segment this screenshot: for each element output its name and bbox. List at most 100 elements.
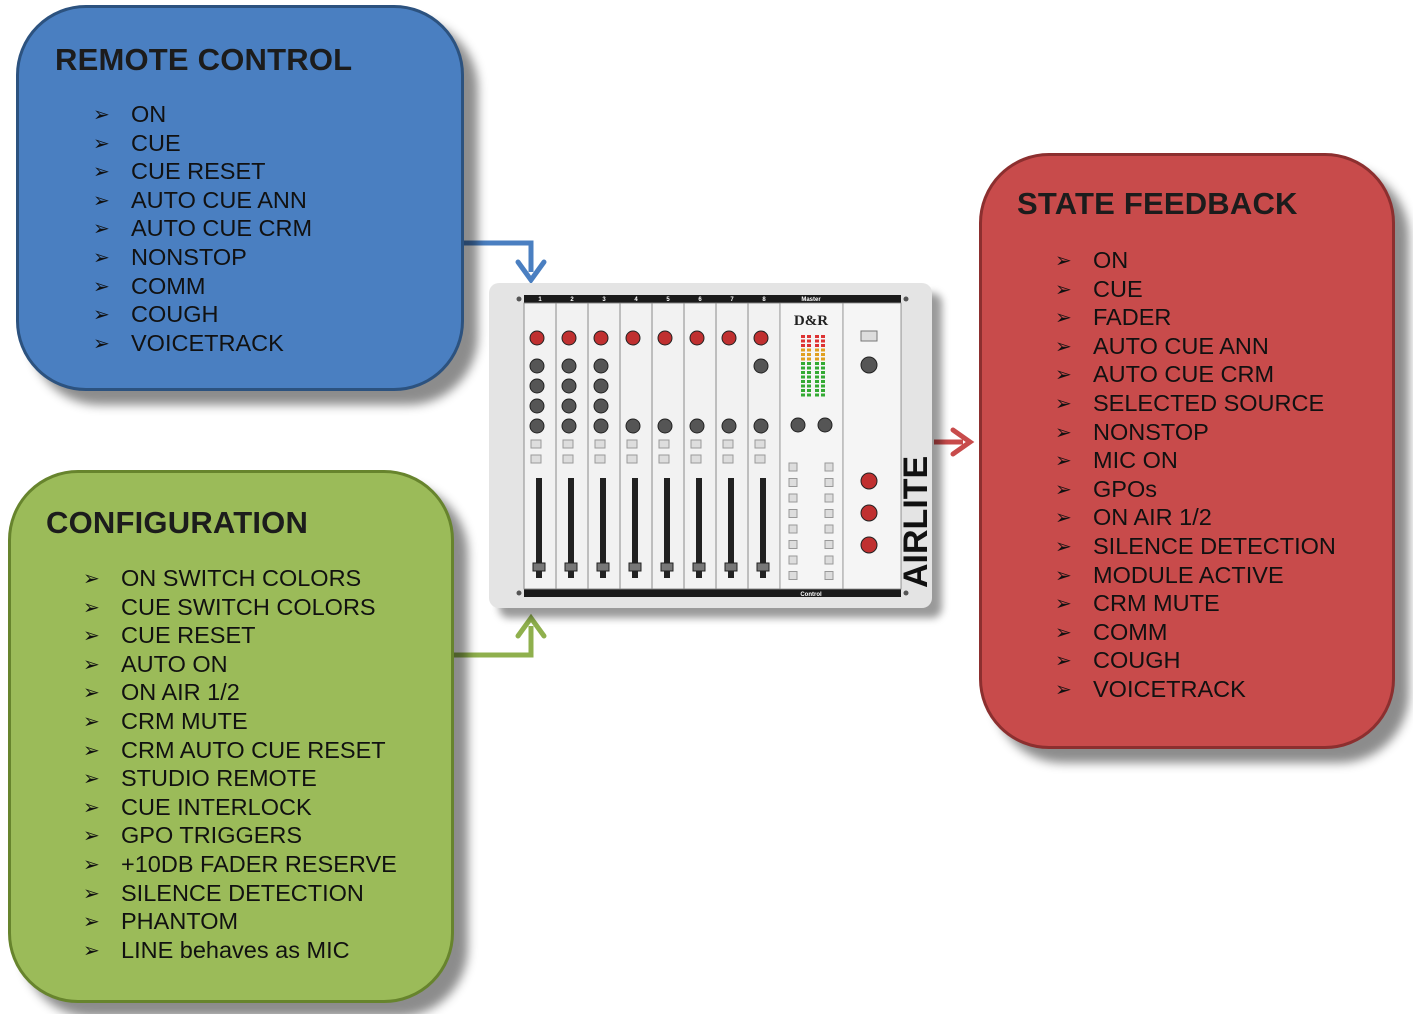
bullet-arrow-icon: ➢: [83, 937, 100, 962]
master-section: Master Control D&R: [779, 297, 844, 598]
bullet-arrow-icon: ➢: [1055, 305, 1072, 330]
bullet-arrow-icon: ➢: [1055, 362, 1072, 387]
meter-led: [807, 389, 811, 392]
pan-knob: [593, 418, 609, 434]
configuration-list: ➢ ON SWITCH COLORS ➢ CUE SWITCH COLORS ➢ CU…: [83, 564, 397, 964]
fader-cap: [532, 562, 546, 572]
list-item: ➢ COMM: [1055, 618, 1168, 645]
bullet-arrow-icon: ➢: [83, 680, 100, 705]
meter-led: [807, 335, 811, 338]
source-button: [824, 540, 834, 549]
list-item: ➢ CRM MUTE: [1055, 590, 1220, 617]
meter-led: [807, 393, 811, 397]
bullet-arrow-icon: ➢: [93, 102, 110, 126]
source-button: [824, 478, 834, 487]
bullet-arrow-icon: ➢: [83, 708, 100, 733]
list-item: ➢ COUGH: [93, 301, 219, 328]
meter-led: [807, 357, 811, 361]
list-item: ➢ MIC ON: [1055, 447, 1178, 474]
mixer-bottom-bar: [524, 589, 901, 597]
source-button: [788, 509, 798, 518]
source-button: [824, 524, 834, 534]
list-item: ➢ CUE RESET: [93, 158, 266, 185]
bullet-arrow-icon: ➢: [83, 880, 100, 905]
bullet-arrow-icon: ➢: [1055, 390, 1072, 415]
list-item: ➢ AUTO ON: [83, 650, 228, 677]
config-to-mixer-arrow: [453, 626, 534, 658]
eq-knob: [529, 398, 545, 414]
cue-button: [754, 439, 766, 449]
pan-knob: [657, 418, 673, 434]
meter-led: [821, 335, 825, 338]
eq-knob: [529, 378, 545, 394]
list-item: ➢ SILENCE DETECTION: [1055, 532, 1336, 559]
on-button: [626, 454, 638, 464]
pan-knob: [721, 418, 737, 434]
meter-led: [815, 339, 819, 343]
list-item: ➢ CUE SWITCH COLORS: [83, 593, 376, 620]
list-item: ➢ NONSTOP: [93, 243, 247, 270]
bullet-arrow-icon: ➢: [1055, 648, 1072, 673]
list-item: ➢ CUE: [93, 129, 181, 156]
meter-led: [821, 357, 825, 361]
meter-led: [801, 389, 805, 392]
gain-knob: [625, 330, 641, 346]
cue-button: [722, 439, 734, 449]
configuration-title: CONFIGURATION: [46, 505, 309, 540]
fader-cap: [692, 562, 706, 572]
list-item: ➢ +10DB FADER RESERVE: [83, 850, 397, 877]
meter-led: [815, 389, 819, 392]
meter-led: [821, 344, 825, 347]
eq-knob: [593, 378, 609, 394]
list-item: ➢ STUDIO REMOTE: [83, 765, 317, 792]
bullet-arrow-icon: ➢: [93, 302, 110, 327]
gain-knob: [593, 330, 609, 346]
meter-led: [801, 380, 805, 383]
on-button: [754, 454, 766, 464]
on-button: [658, 454, 670, 464]
source-button: [824, 571, 834, 580]
list-item: ➢ CRM MUTE: [83, 707, 248, 734]
fader-cap: [628, 562, 642, 572]
meter-led: [807, 348, 811, 352]
bullet-arrow-icon: ➢: [1055, 476, 1072, 501]
list-item: ➢ CUE RESET: [83, 622, 256, 649]
source-button: [824, 462, 834, 472]
source-button: [788, 555, 798, 565]
gain-knob: [561, 330, 577, 346]
fader-cap: [596, 562, 610, 572]
list-item: ➢ ON SWITCH COLORS: [83, 565, 362, 591]
meter-led: [801, 348, 805, 352]
remote-control-list: ➢ ON ➢ CUE ➢ CUE RESET ➢ AUTO CUE ANN ➢ AUTO …: [93, 100, 312, 357]
knob-red: [860, 536, 878, 554]
fader-cap: [660, 562, 674, 572]
bullet-arrow-icon: ➢: [1055, 619, 1072, 644]
configuration-box: CONFIGURATION ➢ ON SWITCH COLORS ➢ CUE SWI…: [8, 470, 454, 1003]
meter-led: [815, 375, 819, 379]
bullet-arrow-icon: ➢: [83, 566, 100, 590]
bullet-arrow-icon: ➢: [93, 216, 110, 241]
list-item: ➢ AUTO CUE ANN: [93, 186, 307, 213]
bullet-arrow-icon: ➢: [93, 187, 110, 212]
gain-knob: [689, 330, 705, 346]
fader-cap: [724, 562, 738, 572]
list-item: ➢ NONSTOP: [1055, 418, 1209, 445]
source-button: [788, 493, 798, 503]
meter-led: [801, 339, 805, 343]
meter-led: [807, 384, 811, 388]
meter-led: [801, 357, 805, 361]
source-button: [788, 540, 798, 549]
remote-arrow-head: [515, 259, 547, 285]
bullet-arrow-icon: ➢: [93, 159, 110, 184]
list-item: ➢ COMM: [93, 272, 206, 299]
pan-knob: [753, 418, 769, 434]
bullet-arrow-icon: ➢: [1055, 591, 1072, 616]
meter-led: [815, 344, 819, 347]
on-button: [594, 454, 606, 464]
cue-button: [626, 439, 638, 449]
meter-led: [807, 344, 811, 347]
source-button: [788, 462, 798, 472]
meter-led: [821, 353, 825, 356]
meter-led: [815, 348, 819, 352]
meter-led: [807, 339, 811, 343]
